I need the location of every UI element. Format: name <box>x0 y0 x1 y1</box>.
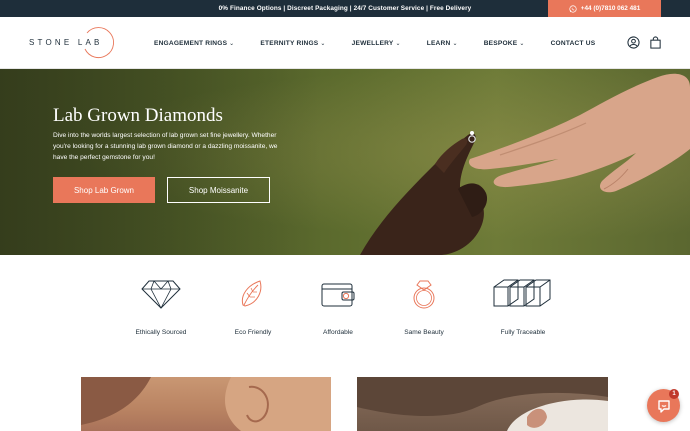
whatsapp-icon <box>569 4 577 13</box>
logo-arc-icon <box>84 27 114 58</box>
nav-label: BESPOKE <box>483 39 518 47</box>
feature-ethically-sourced: Ethically Sourced <box>116 277 206 336</box>
feature-label: Eco Friendly <box>234 329 272 336</box>
necklace-model-image[interactable] <box>357 377 608 431</box>
chevron-down-icon: ⌄ <box>452 40 458 47</box>
feature-same-beauty: Same Beauty <box>379 277 469 336</box>
feature-eco-friendly: Eco Friendly <box>208 277 298 336</box>
feature-label: Affordable <box>323 329 353 336</box>
bag-icon[interactable] <box>649 36 662 49</box>
feature-label: Fully Traceable <box>500 329 546 336</box>
diamond-icon <box>141 280 181 309</box>
account-icon[interactable] <box>627 36 640 49</box>
hero-title: Lab Grown Diamonds <box>53 105 223 126</box>
nav-label: CONTACT US <box>550 39 596 47</box>
feature-label: Same Beauty <box>404 329 444 336</box>
cubes-icon <box>493 279 551 307</box>
chevron-down-icon: ⌄ <box>519 40 525 47</box>
chat-notification-badge: 1 <box>669 389 679 399</box>
nav-engagement-rings[interactable]: ENGAGEMENT RINGS ⌄ <box>154 40 234 47</box>
hands-proposal-image <box>360 73 690 255</box>
nav-label: LEARN <box>426 39 451 47</box>
site-header: STONE LAB ENGAGEMENT RINGS ⌄ ETERNITY RI… <box>0 17 690 69</box>
necklace-photo <box>357 377 608 431</box>
nav-label: JEWELLERY <box>351 39 394 47</box>
hero-banner: Lab Grown Diamonds Dive into the worlds … <box>0 69 690 255</box>
ear-photo <box>81 377 331 431</box>
features-strip: Ethically Sourced Eco Friendly Affordabl… <box>0 255 690 365</box>
chevron-down-icon: ⌄ <box>320 40 326 47</box>
phone-number: +44 (0)7810 062 481 <box>580 5 641 12</box>
hero-description: Dive into the worlds largest selection o… <box>53 132 278 161</box>
wallet-icon <box>321 283 355 307</box>
ring-icon <box>413 280 435 309</box>
feature-fully-traceable: Fully Traceable <box>478 277 568 336</box>
chat-bubble-icon <box>657 399 670 413</box>
chevron-down-icon: ⌄ <box>395 40 401 47</box>
nav-bespoke[interactable]: BESPOKE ⌄ <box>484 40 525 47</box>
nav-learn[interactable]: LEARN ⌄ <box>427 40 458 47</box>
nav-label: ENGAGEMENT RINGS <box>154 39 228 47</box>
leaf-icon <box>241 280 262 307</box>
phone-button[interactable]: +44 (0)7810 062 481 <box>548 0 661 17</box>
main-navigation: ENGAGEMENT RINGS ⌄ ETERNITY RINGS ⌄ JEWE… <box>154 17 621 69</box>
stone-lab-logo[interactable]: STONE LAB <box>29 27 115 59</box>
announcement-bar: 0% Finance Options | Discreet Packaging … <box>0 0 690 17</box>
feature-affordable: Affordable <box>293 277 383 336</box>
shop-moissanite-button[interactable]: Shop Moissanite <box>167 177 270 203</box>
shop-lab-grown-button[interactable]: Shop Lab Grown <box>53 177 155 203</box>
chevron-down-icon: ⌄ <box>229 40 235 47</box>
nav-jewellery[interactable]: JEWELLERY ⌄ <box>352 40 401 47</box>
earring-model-image[interactable] <box>81 377 331 431</box>
nav-label: ETERNITY RINGS <box>260 39 319 47</box>
nav-contact-us[interactable]: CONTACT US <box>551 40 596 47</box>
nav-eternity-rings[interactable]: ETERNITY RINGS ⌄ <box>260 40 325 47</box>
feature-label: Ethically Sourced <box>135 329 187 336</box>
